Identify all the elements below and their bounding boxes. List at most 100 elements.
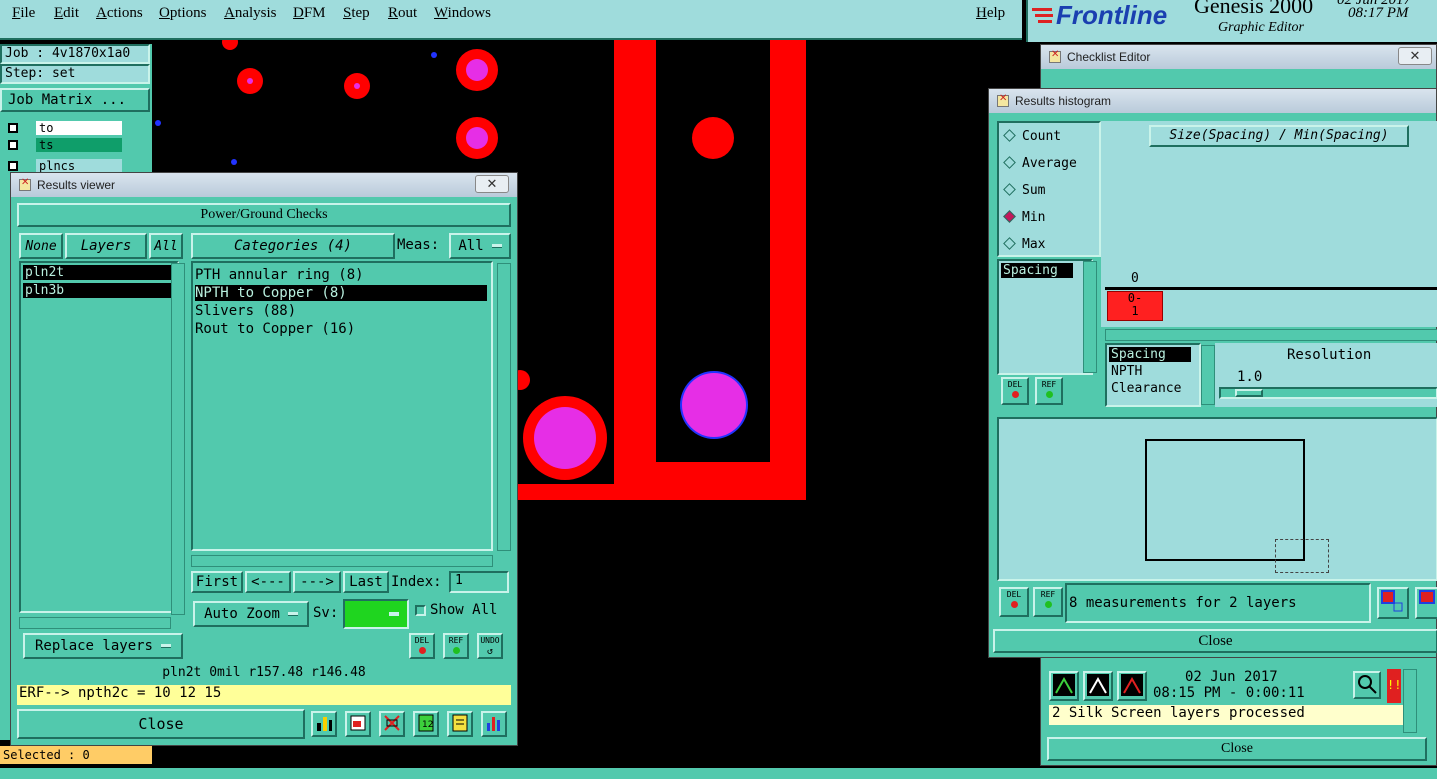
list-item[interactable]: Clearance [1109, 381, 1199, 396]
next-button[interactable]: ---> [293, 571, 341, 593]
menu-file[interactable]: File [12, 5, 35, 22]
list-item[interactable]: NPTH [1109, 364, 1199, 379]
filter-icon[interactable] [311, 711, 337, 737]
close-icon[interactable]: ✕ [1398, 47, 1432, 65]
ref-button[interactable]: REF [443, 633, 469, 659]
list-item[interactable]: Rout to Copper (16) [195, 321, 487, 339]
layers-list[interactable]: pln2t pln3b [19, 261, 179, 613]
menu-rout[interactable]: Rout [388, 5, 417, 22]
mode-min-radio[interactable]: Min [1003, 210, 1045, 225]
export-icon[interactable] [345, 711, 371, 737]
checklist-run-icon[interactable] [1049, 671, 1079, 701]
preview-view-frame[interactable] [1275, 539, 1329, 573]
histogram-close-button[interactable]: Close [993, 629, 1437, 653]
red-dot-icon [1010, 601, 1018, 608]
severity-dropdown[interactable] [343, 599, 409, 629]
radio-indicator-selected [1003, 210, 1016, 223]
menu-windows[interactable]: Windows [434, 5, 491, 22]
auto-zoom-dropdown[interactable]: Auto Zoom [193, 601, 309, 627]
list-item-selected[interactable]: Spacing [1109, 347, 1191, 362]
chart-hscrollbar[interactable] [1105, 329, 1437, 341]
left-list-vscrollbar[interactable] [1083, 261, 1097, 373]
layers-vscrollbar[interactable] [171, 263, 185, 615]
list-item[interactable]: pln2t [23, 265, 173, 280]
layer-row-to[interactable]: to [2, 120, 122, 136]
menu-options[interactable]: Options [159, 5, 207, 22]
layer-toggle[interactable] [8, 161, 18, 171]
mode-label: Max [1022, 237, 1046, 252]
close-button[interactable]: Close [17, 709, 305, 739]
checklist-stop-icon[interactable] [1117, 671, 1147, 701]
right-list-vscrollbar[interactable] [1201, 345, 1215, 405]
report-icon[interactable] [447, 711, 473, 737]
replace-layers-dropdown[interactable]: Replace layers [23, 633, 183, 659]
checklist-editor-titlebar[interactable]: Checklist Editor ✕ [1041, 45, 1436, 69]
menu-help[interactable]: Help [976, 5, 1005, 22]
histogram-right-list[interactable]: Spacing NPTH Clearance [1105, 343, 1201, 407]
results-histogram-titlebar[interactable]: Results histogram [989, 89, 1436, 113]
undo-button[interactable]: UNDO ↺ [477, 633, 503, 659]
categories-list[interactable]: PTH annular ring (8) NPTH to Copper (8) … [191, 261, 493, 551]
meas-dropdown[interactable]: All [449, 233, 511, 259]
menu-step[interactable]: Step [343, 5, 370, 22]
bottom-ref-button[interactable]: REF [1033, 587, 1063, 617]
histogram-left-list[interactable]: Spacing [997, 259, 1093, 375]
histogram-bar[interactable]: 0-1 [1107, 291, 1163, 321]
green-dot-icon [452, 647, 460, 654]
delete-marks-icon[interactable] [379, 711, 405, 737]
power-ground-checks-button[interactable]: Power/Ground Checks [17, 203, 511, 227]
histogram-preview-area [997, 417, 1437, 581]
categories-hscrollbar[interactable] [191, 555, 493, 567]
layer-toggle[interactable] [8, 140, 18, 150]
show-all-checkbox[interactable] [415, 605, 426, 616]
left-strip [0, 174, 10, 740]
menu-actions[interactable]: Actions [96, 5, 143, 22]
histogram-icon[interactable] [481, 711, 507, 737]
close-icon[interactable]: ✕ [475, 175, 509, 193]
results-viewer-titlebar[interactable]: Results viewer ✕ [11, 173, 517, 197]
checklist-close-button[interactable]: Close [1047, 737, 1427, 761]
resolution-slider[interactable] [1219, 387, 1437, 399]
job-matrix-button[interactable]: Job Matrix ... [0, 88, 150, 112]
list-item[interactable]: Slivers (88) [195, 303, 487, 321]
all-button[interactable]: All [149, 233, 183, 259]
first-button[interactable]: First [191, 571, 243, 593]
list-item[interactable]: PTH annular ring (8) [195, 267, 487, 285]
categories-vscrollbar[interactable] [497, 263, 511, 551]
step-icon[interactable]: 12 [413, 711, 439, 737]
menu-analysis[interactable]: Analysis [224, 5, 277, 22]
menu-dfm[interactable]: DFM [293, 5, 326, 22]
del-button[interactable]: DEL [409, 633, 435, 659]
radio-indicator [1003, 183, 1016, 196]
index-input[interactable]: 1 [449, 571, 509, 593]
ref-label: REF [448, 636, 464, 645]
layers-hscrollbar[interactable] [19, 617, 171, 629]
list-item[interactable]: pln3b [23, 283, 173, 298]
layer-row-ts[interactable]: ts [2, 137, 122, 153]
histogram-ref-button[interactable]: REF [1035, 377, 1063, 405]
mode-max-radio[interactable]: Max [1003, 237, 1046, 252]
mode-sum-radio[interactable]: Sum [1003, 183, 1045, 198]
layer-toggle[interactable] [8, 123, 18, 133]
categories-button[interactable]: Categories (4) [191, 233, 395, 259]
fit-window-icon[interactable] [1377, 587, 1409, 619]
bottom-del-button[interactable]: DEL [999, 587, 1029, 617]
none-button[interactable]: None [19, 233, 63, 259]
prev-button[interactable]: <--- [245, 571, 291, 593]
mode-count-radio[interactable]: Count [1003, 129, 1061, 144]
alert-icon[interactable]: !! [1387, 669, 1401, 703]
histogram-del-button[interactable]: DEL [1001, 377, 1029, 405]
app-logo-area: Frontline Genesis 2000 Graphic Editor 02… [1026, 0, 1437, 42]
zoom-icon[interactable] [1353, 671, 1381, 699]
list-item-selected[interactable]: Spacing [1001, 263, 1073, 278]
menu-edit[interactable]: Edit [54, 5, 79, 22]
last-button[interactable]: Last [343, 571, 389, 593]
checklist-vscrollbar[interactable] [1403, 669, 1417, 733]
zoom-area-icon[interactable] [1415, 587, 1437, 619]
checklist-run-all-icon[interactable] [1083, 671, 1113, 701]
job-name: Job : 4v1870x1a0 [0, 44, 150, 64]
resolution-label: Resolution [1287, 347, 1372, 363]
slider-thumb[interactable] [1235, 389, 1263, 397]
list-item-selected[interactable]: NPTH to Copper (8) [195, 285, 487, 301]
mode-average-radio[interactable]: Average [1003, 156, 1077, 171]
